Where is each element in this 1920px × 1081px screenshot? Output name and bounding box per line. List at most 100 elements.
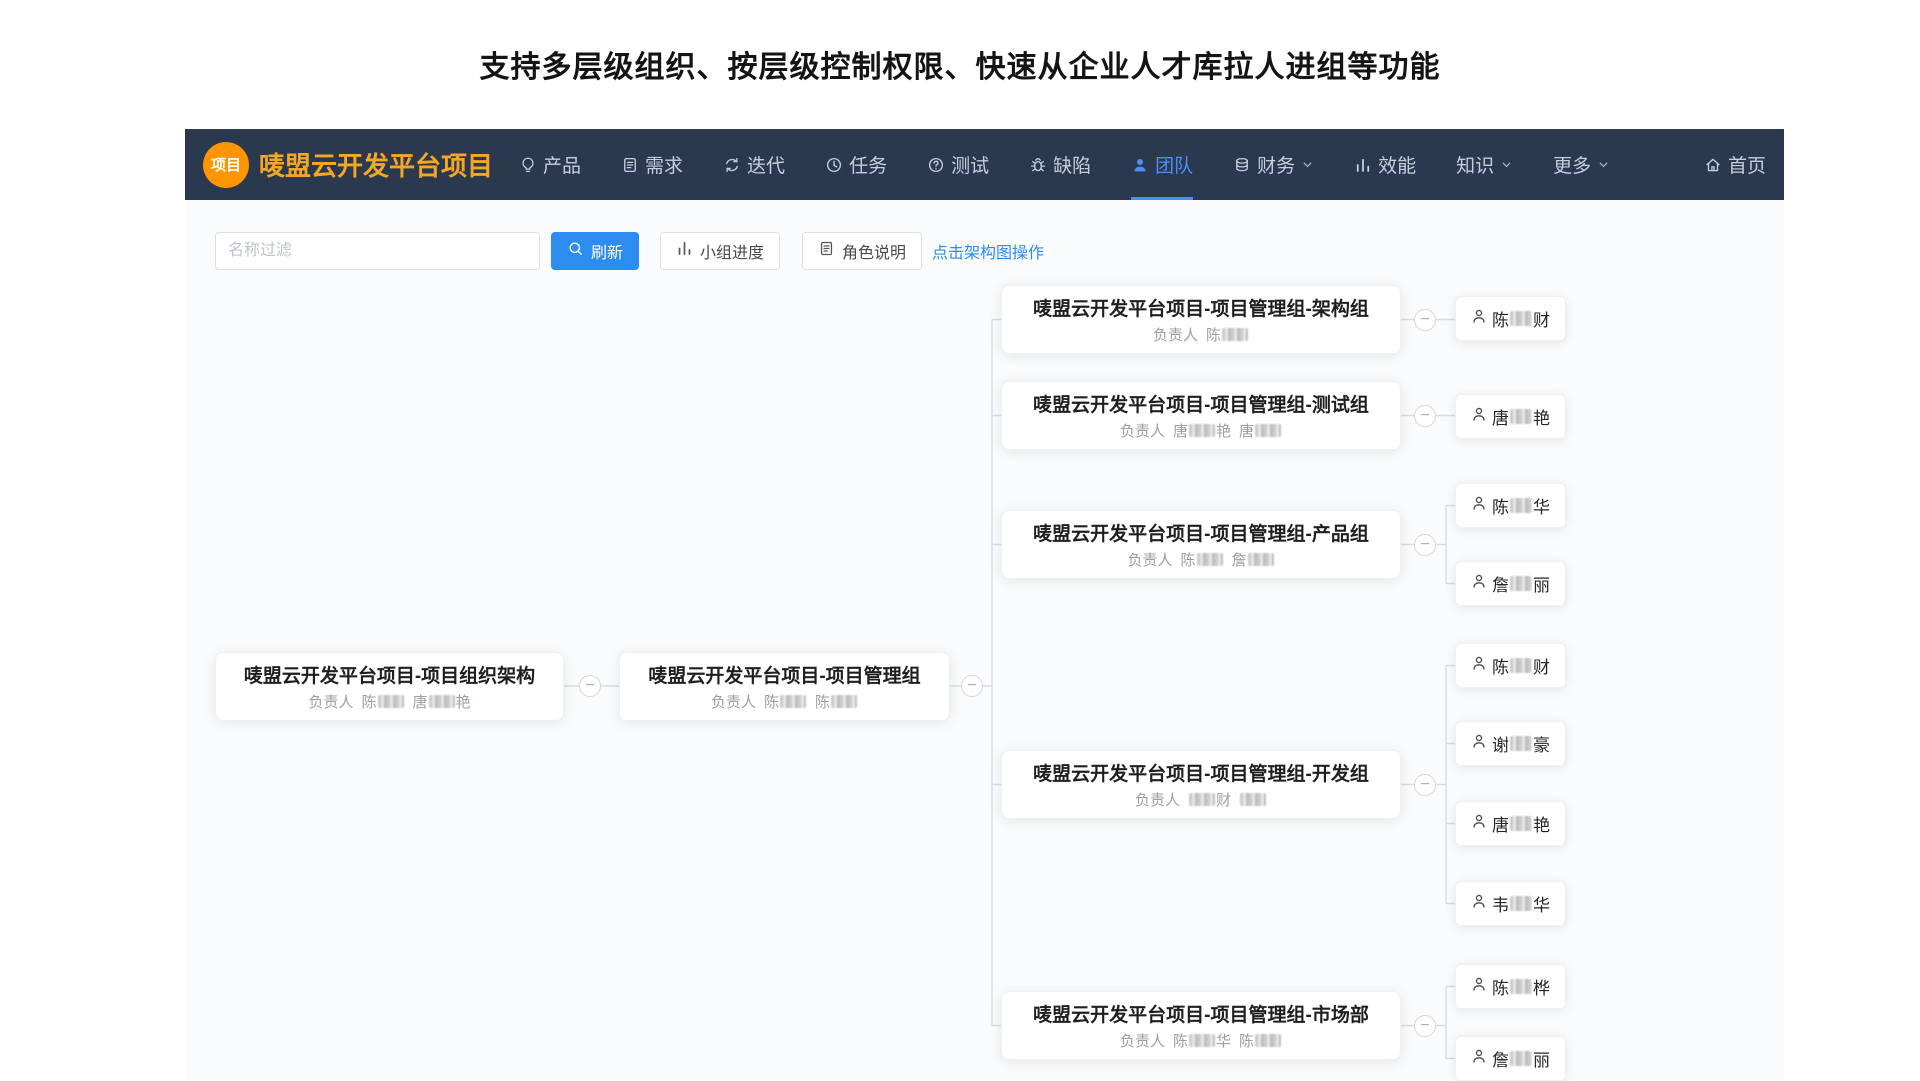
- nav-item-label: 缺陷: [1053, 151, 1091, 178]
- group-progress-label: 小组进度: [700, 239, 764, 263]
- nav-item-home[interactable]: 首页: [1704, 129, 1766, 200]
- bulb-icon: [519, 156, 537, 174]
- owner-name: 陈: [1180, 549, 1223, 570]
- node-title: 唛盟云开发平台项目-项目管理组: [648, 661, 920, 688]
- owner-name: 财: [1188, 789, 1231, 810]
- redacted-text: [1510, 658, 1532, 673]
- member-name: 陈华: [1492, 493, 1550, 518]
- member-node[interactable]: 唐艳: [1455, 394, 1566, 439]
- owner-prefix-label: 负责人: [1120, 420, 1165, 441]
- nav-item-label: 效能: [1378, 151, 1416, 178]
- member-name: 陈桦: [1492, 974, 1550, 999]
- role-description-label: 角色说明: [842, 239, 906, 263]
- redacted-text: [1248, 553, 1274, 566]
- app-logo-text: 项目: [211, 154, 241, 175]
- collapse-toggle[interactable]: −: [1414, 774, 1436, 796]
- nav-item-knowledge[interactable]: 知识: [1456, 129, 1513, 200]
- owner-name: 唐艳: [1173, 420, 1231, 441]
- member-name: 詹丽: [1492, 1046, 1550, 1071]
- loop-icon: [723, 156, 741, 174]
- redacted-text: [831, 695, 857, 708]
- chevron-down-icon: [1500, 158, 1513, 171]
- org-group-node[interactable]: 唛盟云开发平台项目-项目管理组-开发组负责人财: [1001, 750, 1401, 819]
- nav-item-defect[interactable]: 缺陷: [1029, 129, 1091, 200]
- nav-item-requirement[interactable]: 需求: [621, 129, 683, 200]
- collapse-toggle[interactable]: −: [1414, 405, 1436, 427]
- collapse-toggle[interactable]: −: [1414, 534, 1436, 556]
- page-headline: 支持多层级组织、按层级控制权限、快速从企业人才库拉人进组等功能: [0, 42, 1920, 86]
- member-name: 詹丽: [1492, 571, 1550, 596]
- nav-item-label: 测试: [951, 151, 989, 178]
- home-icon: [1704, 156, 1722, 174]
- redacted-text: [780, 695, 806, 708]
- chart-icon: [1354, 156, 1372, 174]
- nav-item-label: 团队: [1155, 151, 1193, 178]
- chevron-down-icon: [1597, 158, 1610, 171]
- redacted-text: [1240, 793, 1266, 806]
- person-icon: [1471, 406, 1487, 427]
- collapse-toggle[interactable]: −: [1414, 1015, 1436, 1037]
- node-title: 唛盟云开发平台项目-项目管理组-测试组: [1033, 390, 1369, 417]
- member-node[interactable]: 陈华: [1455, 483, 1566, 528]
- chevron-down-icon: [1301, 158, 1314, 171]
- member-node[interactable]: 唐艳: [1455, 801, 1566, 846]
- group-progress-button[interactable]: 小组进度: [660, 232, 780, 270]
- document-icon: [818, 240, 835, 262]
- member-node[interactable]: 谢豪: [1455, 721, 1566, 766]
- redacted-text: [1189, 793, 1215, 806]
- org-group-node[interactable]: 唛盟云开发平台项目-项目管理组-产品组负责人陈詹: [1001, 510, 1401, 579]
- nav-item-iteration[interactable]: 迭代: [723, 129, 785, 200]
- redacted-text: [1510, 816, 1532, 831]
- owner-name: 陈: [1206, 324, 1249, 345]
- name-filter-input[interactable]: [215, 232, 540, 270]
- member-node[interactable]: 陈财: [1455, 296, 1566, 341]
- person-icon: [1471, 733, 1487, 754]
- top-navbar: 项目 唛盟云开发平台项目 产品需求迭代任务测试缺陷团队财务效能知识更多首页: [185, 129, 1784, 200]
- owner-prefix-label: 负责人: [1127, 549, 1172, 570]
- role-description-button[interactable]: 角色说明: [802, 232, 922, 270]
- redacted-text: [1510, 409, 1532, 424]
- redacted-text: [1189, 1034, 1215, 1047]
- person-icon: [1471, 976, 1487, 997]
- org-manager-node[interactable]: 唛盟云开发平台项目-项目管理组负责人陈陈: [619, 652, 950, 721]
- person-icon: [1131, 156, 1149, 174]
- member-node[interactable]: 詹丽: [1455, 1036, 1566, 1081]
- member-node[interactable]: 韦华: [1455, 881, 1566, 926]
- redacted-text: [1189, 424, 1215, 437]
- nav-item-product[interactable]: 产品: [519, 129, 581, 200]
- org-group-node[interactable]: 唛盟云开发平台项目-项目管理组-市场部负责人陈华陈: [1001, 991, 1401, 1060]
- member-node[interactable]: 陈财: [1455, 643, 1566, 688]
- node-title: 唛盟云开发平台项目-项目管理组-市场部: [1033, 1000, 1369, 1027]
- collapse-toggle[interactable]: −: [579, 675, 601, 697]
- org-chart-tips-link[interactable]: 点击架构图操作: [932, 239, 1044, 263]
- bug-icon: [1029, 156, 1047, 174]
- nav-item-test[interactable]: 测试: [927, 129, 989, 200]
- app-logo: 项目: [203, 142, 249, 188]
- member-node[interactable]: 陈桦: [1455, 964, 1566, 1009]
- team-toolbar: 刷新 小组进度 角色说明 点击架构图操作: [215, 232, 1044, 270]
- nav-item-task[interactable]: 任务: [825, 129, 887, 200]
- person-icon: [1471, 308, 1487, 329]
- owner-prefix-label: 负责人: [711, 691, 756, 712]
- member-name: 陈财: [1492, 653, 1550, 678]
- org-group-node[interactable]: 唛盟云开发平台项目-项目管理组-架构组负责人陈: [1001, 285, 1401, 354]
- nav-item-performance[interactable]: 效能: [1354, 129, 1416, 200]
- redacted-text: [1510, 576, 1532, 591]
- owner-name: 陈华: [1173, 1030, 1231, 1051]
- member-node[interactable]: 詹丽: [1455, 561, 1566, 606]
- nav-item-label: 知识: [1456, 151, 1494, 178]
- bar-chart-icon: [676, 240, 693, 262]
- org-root-node[interactable]: 唛盟云开发平台项目-项目组织架构负责人陈唐艳: [215, 652, 564, 721]
- nav-item-more[interactable]: 更多: [1553, 129, 1610, 200]
- redacted-text: [1255, 424, 1281, 437]
- refresh-button[interactable]: 刷新: [551, 232, 639, 270]
- collapse-toggle[interactable]: −: [961, 675, 983, 697]
- redacted-text: [429, 695, 455, 708]
- node-owners: 负责人陈华陈: [1120, 1030, 1282, 1051]
- collapse-toggle[interactable]: −: [1414, 309, 1436, 331]
- nav-item-label: 迭代: [747, 151, 785, 178]
- nav-item-team[interactable]: 团队: [1131, 129, 1193, 200]
- nav-item-finance[interactable]: 财务: [1233, 129, 1314, 200]
- org-group-node[interactable]: 唛盟云开发平台项目-项目管理组-测试组负责人唐艳唐: [1001, 381, 1401, 450]
- node-owners: 负责人陈唐艳: [308, 691, 470, 712]
